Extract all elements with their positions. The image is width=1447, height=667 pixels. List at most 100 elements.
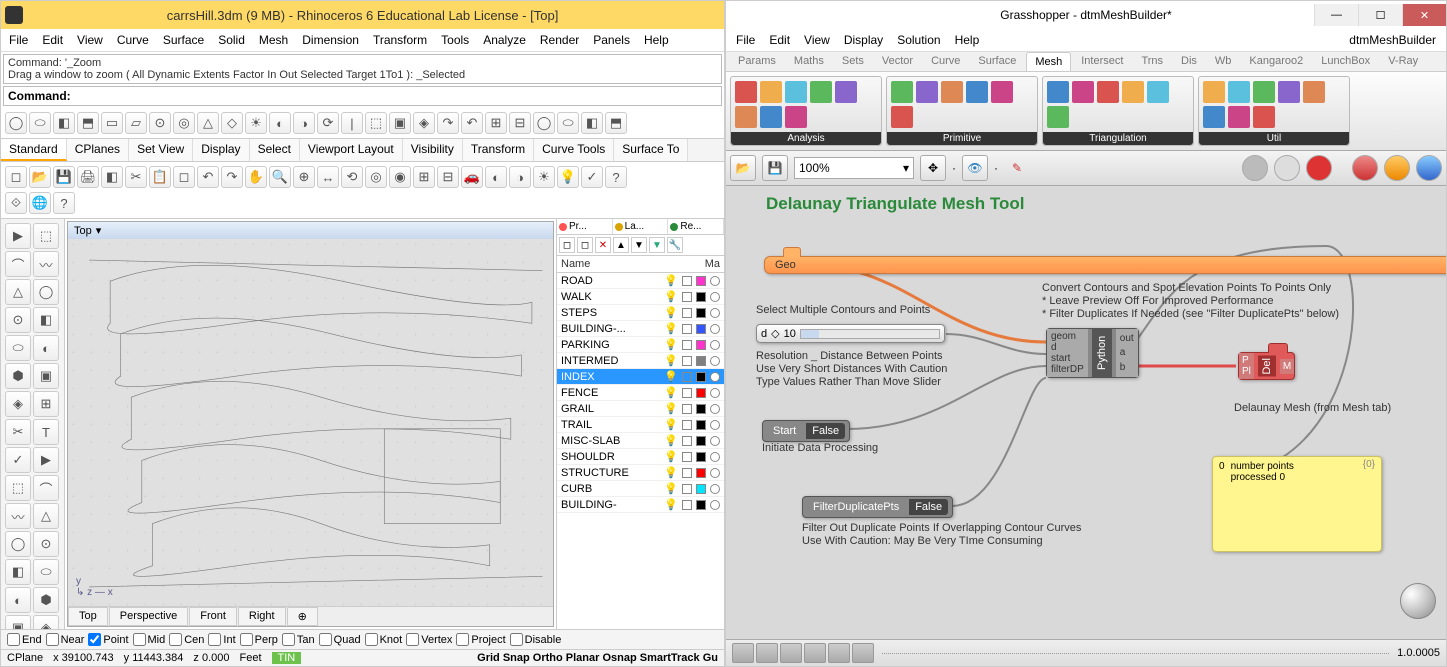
command-input[interactable] [75, 89, 717, 103]
gh-menu-edit[interactable]: Edit [769, 31, 790, 49]
visibility-icon[interactable]: 💡 [664, 418, 678, 431]
osnap-end[interactable]: End [7, 633, 42, 646]
category-intersect[interactable]: Intersect [1073, 52, 1131, 71]
visibility-icon[interactable]: 💡 [664, 482, 678, 495]
move-up-icon[interactable]: ▲ [613, 237, 629, 253]
layer-row[interactable]: FENCE💡 [557, 385, 724, 401]
material-swatch[interactable] [710, 308, 720, 318]
preview-icon[interactable]: 👁 [962, 155, 988, 181]
view-tab-front[interactable]: Front [189, 607, 237, 626]
ribbon-icon[interactable] [735, 106, 757, 128]
material-swatch[interactable] [710, 340, 720, 350]
view-tab-right[interactable]: Right [238, 607, 286, 626]
material-swatch[interactable] [710, 500, 720, 510]
left-tool-icon[interactable]: ◈ [5, 391, 31, 417]
resolution-slider[interactable]: d ◇ 10 [756, 324, 945, 343]
gh-menu-solution[interactable]: Solution [897, 31, 940, 49]
toolbar-icon[interactable]: ⬚ [365, 112, 387, 134]
visibility-icon[interactable]: 💡 [664, 290, 678, 303]
color-swatch[interactable] [696, 484, 706, 494]
tab-surface-to[interactable]: Surface To [614, 139, 688, 161]
material-swatch[interactable] [710, 372, 720, 382]
menu-mesh[interactable]: Mesh [259, 31, 288, 49]
category-surface[interactable]: Surface [970, 52, 1024, 71]
visibility-icon[interactable]: 💡 [664, 322, 678, 335]
color-swatch[interactable] [696, 276, 706, 286]
ribbon-icon[interactable] [835, 81, 857, 103]
std-toolbar-icon[interactable]: ↷ [221, 166, 243, 188]
new-layer-icon[interactable]: ◻ [559, 237, 575, 253]
output-panel[interactable]: {0} 0 number points processed 0 [1212, 456, 1382, 552]
status-icon-6[interactable] [852, 643, 874, 663]
menu-curve[interactable]: Curve [117, 31, 149, 49]
std-toolbar-icon[interactable]: ⊞ [413, 166, 435, 188]
gh-doc-name[interactable]: dtmMeshBuilder [1349, 33, 1436, 47]
toolbar-icon[interactable]: ◯ [533, 112, 555, 134]
menu-analyze[interactable]: Analyze [483, 31, 526, 49]
zoom-dropdown[interactable]: 100%▾ [794, 157, 914, 179]
left-tool-icon[interactable]: ✂ [5, 419, 31, 445]
toolbar-icon[interactable]: ⬭ [29, 112, 51, 134]
menu-panels[interactable]: Panels [593, 31, 630, 49]
ribbon-icon[interactable] [1122, 81, 1144, 103]
left-tool-icon[interactable]: △ [5, 279, 31, 305]
material-swatch[interactable] [710, 276, 720, 286]
toolbar-icon[interactable]: | [341, 112, 363, 134]
compass-sphere-icon[interactable] [1400, 583, 1436, 619]
left-tool-icon[interactable]: ◯ [33, 279, 59, 305]
menu-transform[interactable]: Transform [373, 31, 427, 49]
std-toolbar-icon[interactable]: ✓ [581, 166, 603, 188]
category-params[interactable]: Params [730, 52, 784, 71]
left-tool-icon[interactable]: ◧ [5, 559, 31, 585]
lock-icon[interactable] [682, 420, 692, 430]
category-v-ray[interactable]: V-Ray [1380, 52, 1426, 71]
layer-row[interactable]: BUILDING-...💡 [557, 321, 724, 337]
lock-icon[interactable] [682, 500, 692, 510]
tab-curve-tools[interactable]: Curve Tools [534, 139, 614, 161]
menu-file[interactable]: File [9, 31, 28, 49]
osnap-point[interactable]: Point [88, 633, 128, 646]
status-icon-1[interactable] [732, 643, 754, 663]
ribbon-icon[interactable] [991, 81, 1013, 103]
tab-select[interactable]: Select [250, 139, 300, 161]
category-kangaroo2[interactable]: Kangaroo2 [1241, 52, 1311, 71]
port-P[interactable]: P [1242, 355, 1251, 366]
toolbar-icon[interactable]: ⟳ [317, 112, 339, 134]
layer-row[interactable]: INDEX💡 [557, 369, 724, 385]
menu-render[interactable]: Render [540, 31, 579, 49]
status-icon-3[interactable] [780, 643, 802, 663]
material-swatch[interactable] [710, 388, 720, 398]
layer-row[interactable]: ROAD💡 [557, 273, 724, 289]
left-tool-icon[interactable]: ▣ [5, 615, 31, 629]
osnap-mid[interactable]: Mid [133, 633, 166, 646]
lock-icon[interactable] [682, 484, 692, 494]
left-tool-icon[interactable]: ◐ [33, 335, 59, 361]
ribbon-icon[interactable] [1228, 81, 1250, 103]
gh-menu-help[interactable]: Help [955, 31, 980, 49]
layer-row[interactable]: INTERMED💡 [557, 353, 724, 369]
category-sets[interactable]: Sets [834, 52, 872, 71]
sketch-icon[interactable]: ✎ [1004, 155, 1030, 181]
visibility-icon[interactable]: 💡 [664, 466, 678, 479]
left-tool-icon[interactable]: ⬚ [33, 223, 59, 249]
shade-mode3-icon[interactable] [1416, 155, 1442, 181]
visibility-icon[interactable]: 💡 [664, 370, 678, 383]
port-start[interactable]: start [1051, 353, 1084, 364]
toolbar-icon[interactable]: ◎ [173, 112, 195, 134]
visibility-icon[interactable]: 💡 [664, 354, 678, 367]
osnap-cen[interactable]: Cen [169, 633, 204, 646]
ribbon-icon[interactable] [1047, 81, 1069, 103]
material-swatch[interactable] [710, 452, 720, 462]
left-tool-icon[interactable]: ▶ [33, 447, 59, 473]
ribbon-icon[interactable] [1253, 81, 1275, 103]
toolbar-icon[interactable]: ◯ [5, 112, 27, 134]
status-layer[interactable]: TIN [272, 652, 302, 664]
color-swatch[interactable] [696, 420, 706, 430]
toolbar-icon[interactable]: ⬒ [77, 112, 99, 134]
menu-help[interactable]: Help [644, 31, 669, 49]
std-toolbar-icon[interactable]: ⟐ [5, 192, 27, 214]
lock-icon[interactable] [682, 276, 692, 286]
shade-red-icon[interactable] [1306, 155, 1332, 181]
menu-tools[interactable]: Tools [441, 31, 469, 49]
open-file-icon[interactable]: 📂 [730, 155, 756, 181]
